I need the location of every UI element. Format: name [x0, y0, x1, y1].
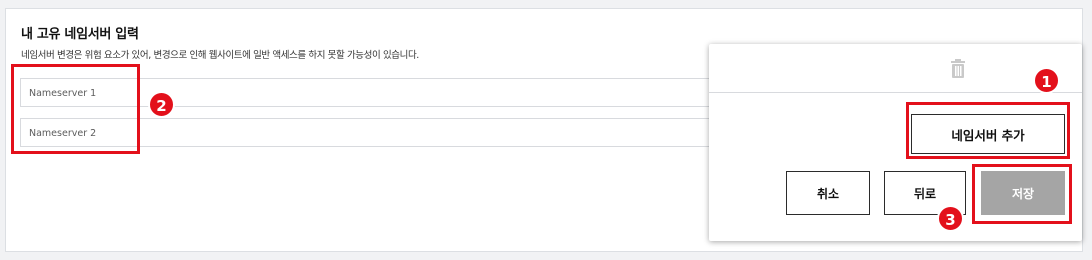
cancel-button[interactable]: 취소 [786, 171, 870, 215]
dialog-nameserver-row [709, 44, 1082, 93]
trash-icon[interactable] [948, 58, 968, 80]
callout-badge-3: 3 [937, 205, 964, 232]
callout-box-save-button [972, 164, 1072, 224]
callout-box-add-button [906, 102, 1070, 159]
section-description: 네임서버 변경은 위험 요소가 있어, 변경으로 인해 웹사이트에 일반 액세스… [21, 50, 419, 61]
callout-box-nameserver-inputs [11, 64, 140, 154]
section-title: 내 고유 네임서버 입력 [21, 27, 139, 42]
callout-badge-1: 1 [1033, 67, 1060, 94]
callout-badge-2: 2 [148, 91, 175, 118]
